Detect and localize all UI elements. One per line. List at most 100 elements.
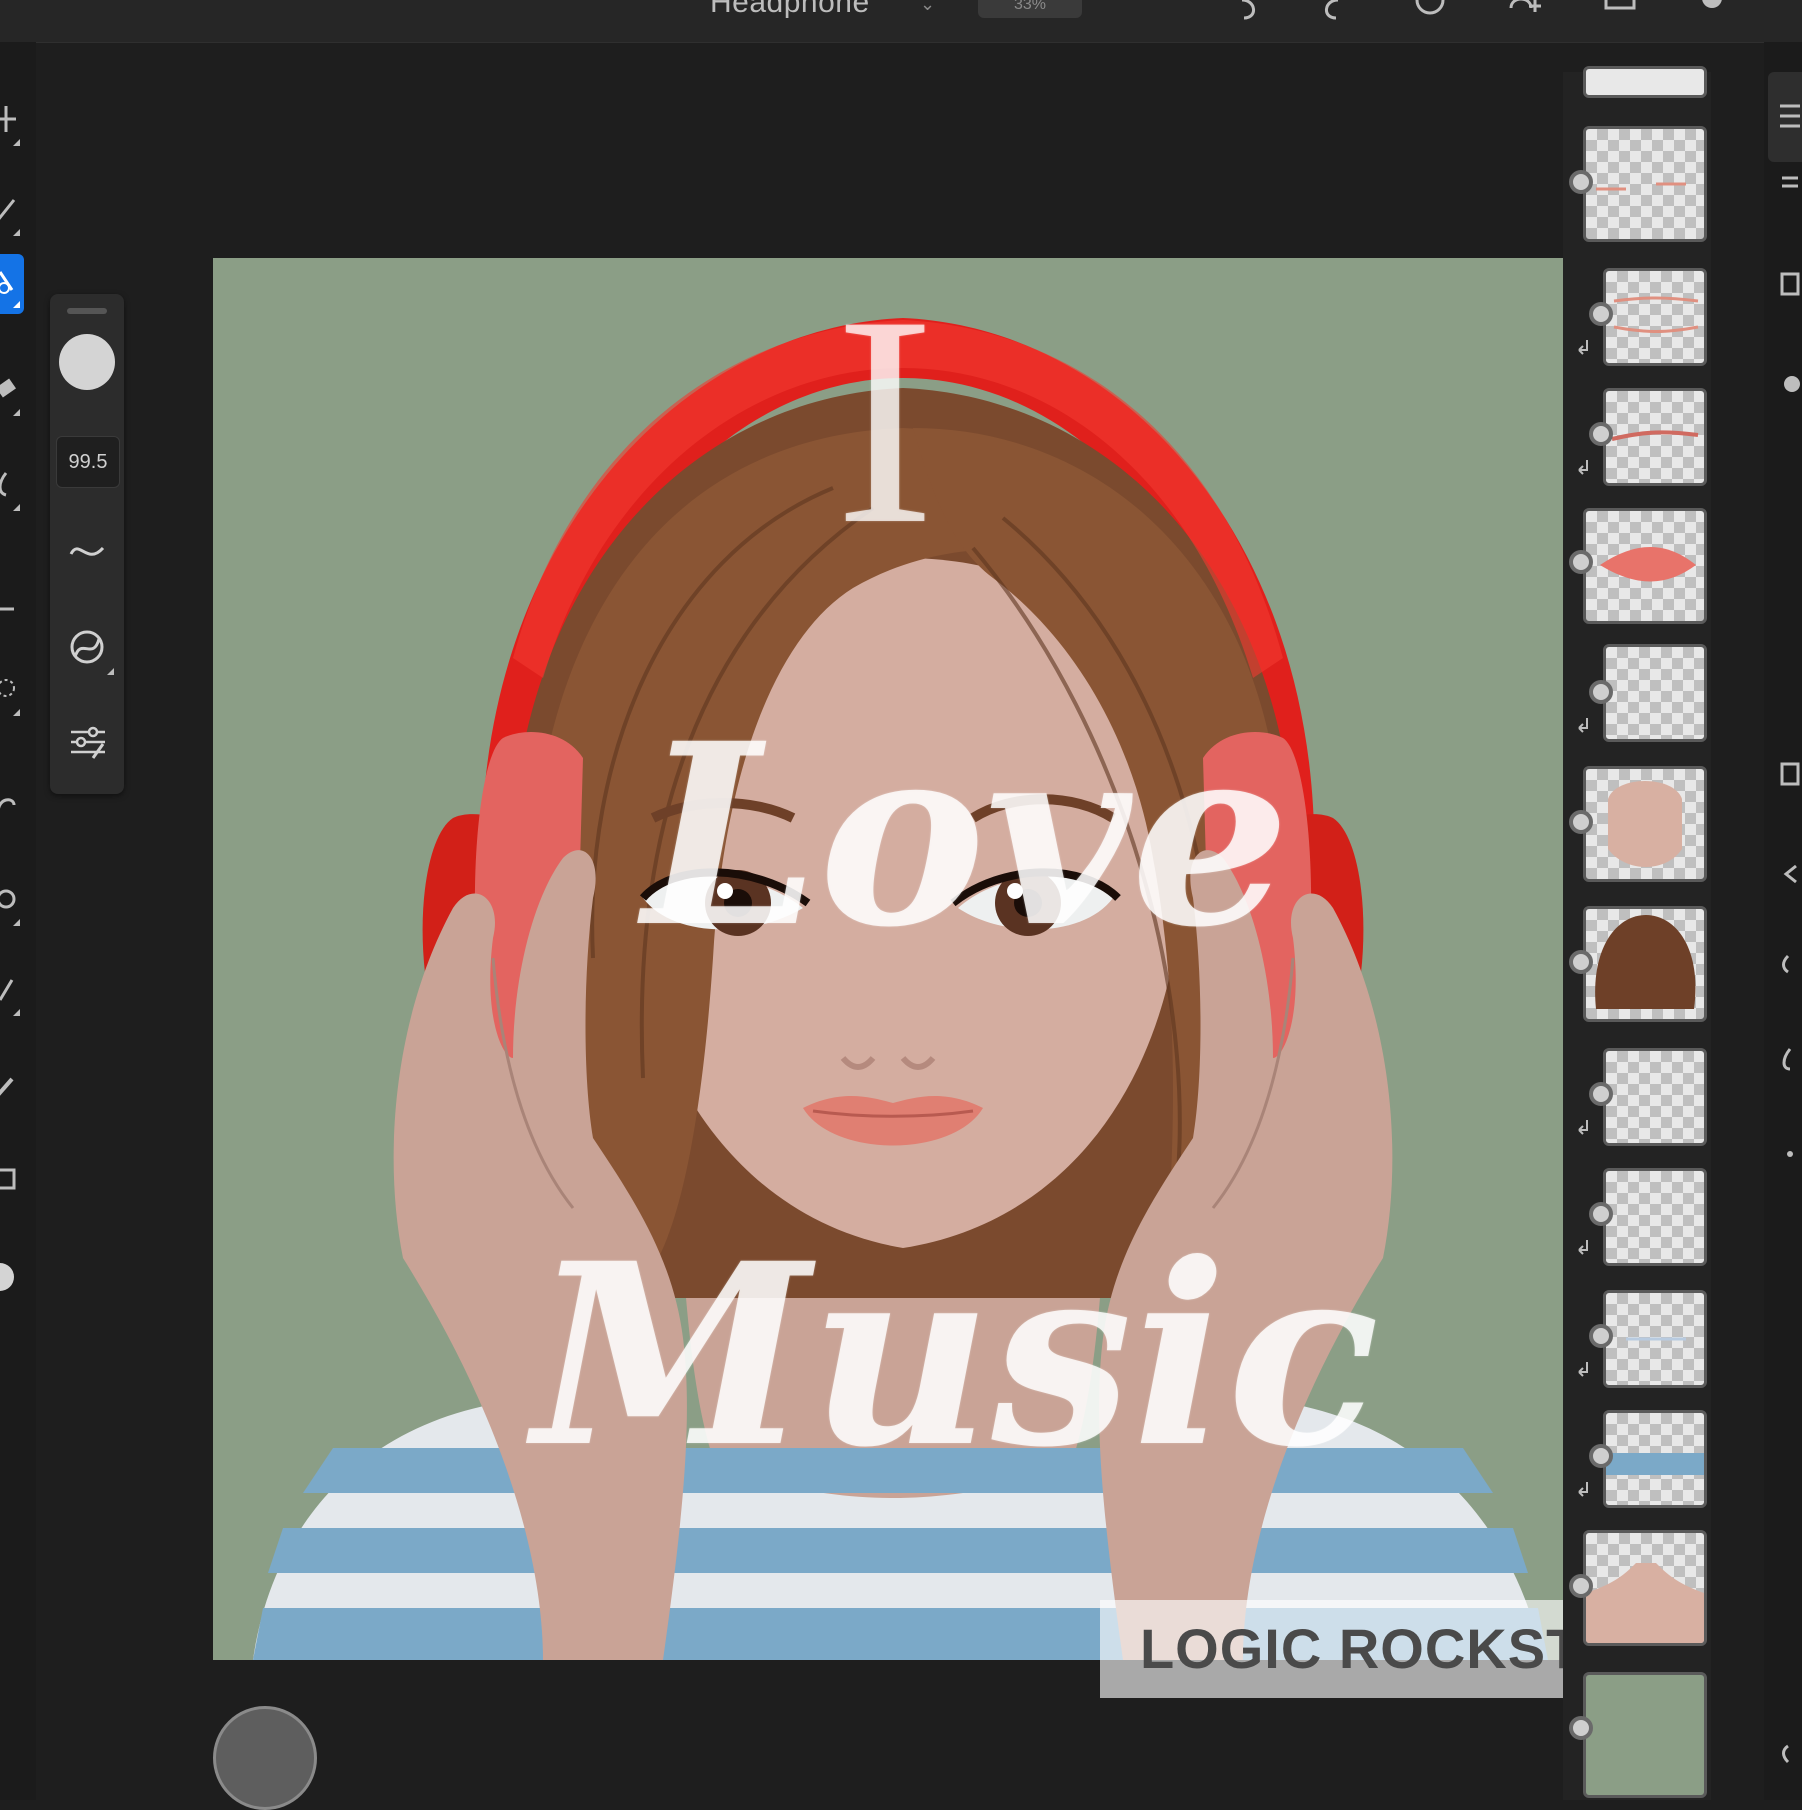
pen-icon bbox=[0, 979, 14, 1001]
layer-content bbox=[1600, 547, 1696, 582]
document-title[interactable]: Headphone bbox=[710, 0, 870, 20]
layer-visibility-toggle[interactable] bbox=[1589, 680, 1613, 704]
redo-icon[interactable] bbox=[1310, 0, 1350, 30]
layer-thumbnail[interactable] bbox=[1583, 766, 1707, 882]
link-icon[interactable] bbox=[1778, 952, 1802, 976]
layer-content bbox=[1613, 296, 1699, 333]
share-icon[interactable] bbox=[1600, 0, 1640, 30]
text-line-music[interactable]: Music bbox=[533, 1208, 1379, 1502]
clone-tool[interactable] bbox=[0, 872, 24, 932]
clipping-mask-icon bbox=[1578, 718, 1588, 733]
image-tool[interactable] bbox=[0, 1152, 24, 1212]
layer-content bbox=[1586, 1563, 1704, 1643]
brush-size-field[interactable]: 99.5 bbox=[56, 436, 120, 488]
brush-settings-icon bbox=[70, 630, 104, 664]
layers-tab[interactable] bbox=[1768, 72, 1802, 162]
smoothing-button[interactable] bbox=[56, 524, 118, 580]
properties-icon[interactable] bbox=[1778, 272, 1802, 296]
lock-icon[interactable] bbox=[1778, 1742, 1802, 1766]
top-bar: Headphone ⌄ 33% bbox=[0, 0, 1802, 43]
chevron-left-icon[interactable] bbox=[1778, 862, 1802, 886]
text-line-love[interactable]: Love bbox=[643, 688, 1290, 982]
clone-icon bbox=[0, 889, 16, 909]
mixer-brush-tool[interactable] bbox=[0, 254, 24, 314]
pipette-tool[interactable] bbox=[0, 1057, 24, 1117]
color-swatch[interactable] bbox=[0, 1247, 24, 1307]
layer-thumbnail[interactable] bbox=[1603, 1410, 1707, 1508]
layer-thumbnail-background[interactable] bbox=[1583, 1672, 1707, 1798]
transform-tool[interactable] bbox=[0, 582, 24, 642]
right-toolbar bbox=[1764, 42, 1802, 1800]
canvas[interactable]: I Love Music bbox=[213, 258, 1565, 1660]
smudge-tool[interactable] bbox=[0, 457, 24, 517]
transform-icon bbox=[0, 607, 14, 611]
chevron-down-icon[interactable]: ⌄ bbox=[920, 0, 935, 15]
lasso-tool[interactable] bbox=[0, 662, 24, 722]
layer-visibility-toggle[interactable] bbox=[1569, 950, 1593, 974]
layer-visibility-toggle[interactable] bbox=[1569, 1574, 1593, 1598]
pen-tool[interactable] bbox=[0, 962, 24, 1022]
brush-icon bbox=[0, 199, 16, 220]
layer-thumbnail[interactable] bbox=[1583, 508, 1707, 624]
adjustments-icon[interactable] bbox=[1778, 172, 1802, 196]
brush-tool[interactable] bbox=[0, 182, 24, 242]
layer-content bbox=[1606, 1453, 1704, 1475]
layer-thumbnail[interactable] bbox=[1603, 268, 1707, 366]
clipping-mask-icon bbox=[1578, 1482, 1588, 1497]
zoom-level[interactable]: 33% bbox=[978, 0, 1082, 18]
panel-grip[interactable] bbox=[67, 308, 107, 314]
layer-thumbnail[interactable] bbox=[1603, 1168, 1707, 1266]
layer-visibility-toggle[interactable] bbox=[1589, 1324, 1613, 1348]
layer-content bbox=[1608, 781, 1682, 867]
layer-content bbox=[1596, 182, 1686, 191]
image-icon bbox=[0, 1168, 16, 1190]
eraser-tool[interactable] bbox=[0, 362, 24, 422]
layer-visibility-toggle[interactable] bbox=[1569, 170, 1593, 194]
clipping-mask-icon bbox=[1578, 1240, 1588, 1255]
add-people-icon[interactable] bbox=[1505, 0, 1545, 30]
artboard-icon[interactable] bbox=[1778, 762, 1802, 786]
layer-content bbox=[1626, 1337, 1686, 1341]
undo-icon[interactable] bbox=[1230, 0, 1270, 30]
layer-thumbnail-partial[interactable] bbox=[1583, 66, 1707, 98]
layer-visibility-toggle[interactable] bbox=[1589, 1444, 1613, 1468]
pipette-icon bbox=[0, 1077, 14, 1096]
adjust-button[interactable] bbox=[56, 714, 118, 770]
clipping-mask-icon bbox=[1578, 460, 1588, 475]
drop-icon[interactable] bbox=[1778, 1047, 1802, 1071]
layer-visibility-toggle[interactable] bbox=[1589, 422, 1613, 446]
layer-thumbnail[interactable] bbox=[1603, 1290, 1707, 1388]
layer-thumbnail[interactable] bbox=[1583, 906, 1707, 1022]
layer-thumbnail[interactable] bbox=[1583, 1530, 1707, 1646]
gear-icon[interactable] bbox=[1692, 0, 1732, 30]
layer-visibility-toggle[interactable] bbox=[1569, 810, 1593, 834]
brush-settings-button[interactable] bbox=[56, 619, 118, 675]
layers-panel bbox=[1563, 66, 1711, 1800]
layer-thumbnail[interactable] bbox=[1603, 388, 1707, 486]
layers-icon bbox=[1780, 104, 1800, 128]
adjust-sliders-icon bbox=[71, 726, 105, 759]
layer-visibility-toggle[interactable] bbox=[1589, 1082, 1613, 1106]
text-line-i[interactable]: I bbox=[835, 258, 935, 593]
clipping-mask-icon bbox=[1578, 1362, 1588, 1377]
flyout-corner bbox=[107, 668, 114, 675]
layer-thumbnail[interactable] bbox=[1603, 644, 1707, 742]
layer-thumbnail[interactable] bbox=[1583, 126, 1707, 242]
undo-arc-tool[interactable] bbox=[0, 777, 24, 837]
more-icon[interactable] bbox=[1778, 1142, 1802, 1166]
move-tool[interactable] bbox=[0, 92, 24, 152]
color-swatch-icon bbox=[0, 1263, 14, 1291]
layer-visibility-toggle[interactable] bbox=[1569, 550, 1593, 574]
smoothing-icon bbox=[69, 546, 105, 556]
brush-options-panel: 99.5 bbox=[50, 294, 124, 794]
comments-icon[interactable] bbox=[1778, 372, 1802, 396]
layer-visibility-toggle[interactable] bbox=[1569, 1716, 1593, 1740]
layer-visibility-toggle[interactable] bbox=[1589, 302, 1613, 326]
brush-preview[interactable] bbox=[59, 334, 115, 390]
touch-shortcut-button[interactable] bbox=[213, 1706, 317, 1810]
layer-thumbnail[interactable] bbox=[1603, 1048, 1707, 1146]
info-icon[interactable] bbox=[1410, 0, 1450, 30]
layer-visibility-toggle[interactable] bbox=[1589, 1202, 1613, 1226]
eraser-icon bbox=[0, 378, 16, 398]
mixer-brush-icon bbox=[0, 271, 14, 294]
